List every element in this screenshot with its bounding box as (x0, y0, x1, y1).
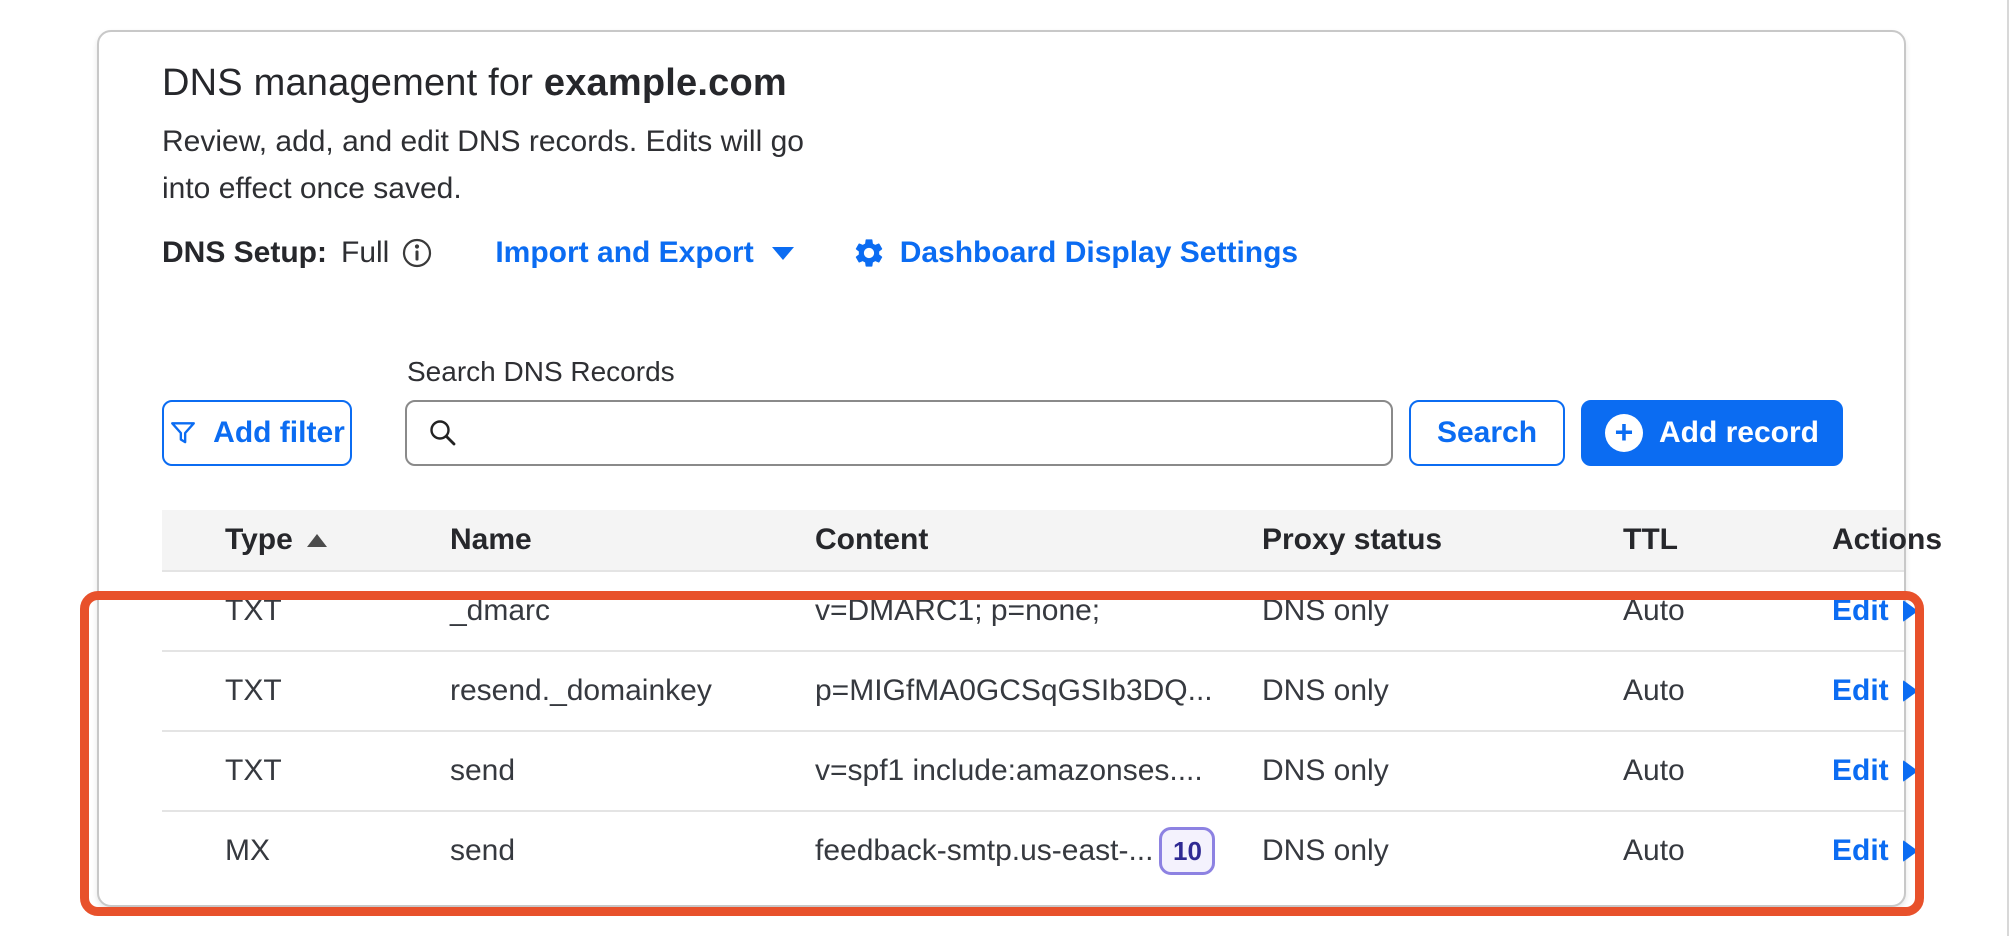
record-proxy-status: DNS only (1262, 834, 1623, 868)
dns-setup-label: DNS Setup: (162, 236, 327, 270)
record-type: TXT (162, 594, 450, 628)
column-header-actions: Actions (1832, 523, 1970, 557)
search-field-label: Search DNS Records (405, 356, 1393, 388)
record-name: _dmarc (450, 594, 815, 628)
column-header-ttl[interactable]: TTL (1623, 523, 1832, 557)
filter-funnel-icon (169, 419, 197, 447)
search-input[interactable] (405, 400, 1393, 466)
edit-record-link[interactable]: Edit (1832, 754, 1918, 788)
record-ttl: Auto (1623, 674, 1832, 708)
column-header-name[interactable]: Name (450, 523, 815, 557)
record-type: TXT (162, 674, 450, 708)
chevron-right-icon (1903, 840, 1918, 862)
import-export-label: Import and Export (495, 236, 753, 270)
record-type: MX (162, 834, 450, 868)
edit-record-link[interactable]: Edit (1832, 834, 1918, 868)
add-record-button[interactable]: + Add record (1581, 400, 1843, 466)
record-ttl: Auto (1623, 754, 1832, 788)
column-header-content[interactable]: Content (815, 523, 1262, 557)
dashboard-display-settings-label: Dashboard Display Settings (900, 236, 1298, 270)
zone-name: example.com (544, 62, 787, 104)
table-row: TXT resend._domainkey p=MIGfMA0GCSqGSIb3… (162, 650, 1904, 730)
chevron-right-icon (1903, 600, 1918, 622)
page-title: DNS management for example.com (162, 62, 1904, 105)
edit-record-link[interactable]: Edit (1832, 674, 1918, 708)
record-name: send (450, 754, 815, 788)
chevron-right-icon (1903, 760, 1918, 782)
dns-records-table: Type Name Content Proxy status TTL Actio… (162, 510, 1904, 890)
add-filter-button[interactable]: Add filter (162, 400, 352, 466)
dns-management-card: DNS management for example.com Review, a… (97, 30, 1906, 907)
chevron-right-icon (1903, 680, 1918, 702)
column-header-proxy-status[interactable]: Proxy status (1262, 523, 1623, 557)
sort-ascending-icon (307, 534, 327, 547)
search-button[interactable]: Search (1409, 400, 1565, 466)
record-content: v=spf1 include:amazonses.... (815, 754, 1262, 788)
search-field-group: Search DNS Records (405, 356, 1393, 466)
gear-icon (852, 236, 886, 270)
record-ttl: Auto (1623, 594, 1832, 628)
record-name: send (450, 834, 815, 868)
search-box (405, 400, 1393, 466)
record-name: resend._domainkey (450, 674, 815, 708)
plus-icon: + (1605, 414, 1643, 452)
table-row: MX send feedback-smtp.us-east-... 10 DNS… (162, 810, 1904, 890)
window-edge-divider (2007, 0, 2009, 936)
edit-record-link[interactable]: Edit (1832, 594, 1918, 628)
search-button-label: Search (1437, 416, 1537, 450)
import-export-link[interactable]: Import and Export (495, 236, 793, 270)
record-content: p=MIGfMA0GCSqGSIb3DQ... (815, 674, 1262, 708)
record-ttl: Auto (1623, 834, 1832, 868)
table-row: TXT send v=spf1 include:amazonses.... DN… (162, 730, 1904, 810)
dashboard-display-settings-link[interactable]: Dashboard Display Settings (852, 236, 1298, 270)
dns-setup-value: Full (341, 236, 389, 270)
mx-priority-badge: 10 (1159, 827, 1215, 875)
dns-setup-row: DNS Setup: Full Import and Export (162, 236, 1904, 270)
table-row: TXT _dmarc v=DMARC1; p=none; DNS only Au… (162, 570, 1904, 650)
add-filter-label: Add filter (213, 416, 345, 450)
record-proxy-status: DNS only (1262, 674, 1623, 708)
info-icon[interactable] (401, 237, 433, 269)
record-content: v=DMARC1; p=none; (815, 594, 1262, 628)
record-proxy-status: DNS only (1262, 754, 1623, 788)
chevron-down-icon (772, 247, 794, 260)
record-content: feedback-smtp.us-east-... 10 (815, 827, 1262, 875)
screen: DNS management for example.com Review, a… (0, 0, 2012, 936)
record-proxy-status: DNS only (1262, 594, 1623, 628)
add-record-label: Add record (1659, 416, 1819, 450)
page-description: Review, add, and edit DNS records. Edits… (162, 119, 830, 212)
page-title-prefix: DNS management for (162, 62, 544, 104)
table-header-row: Type Name Content Proxy status TTL Actio… (162, 510, 1904, 570)
column-header-type[interactable]: Type (162, 523, 450, 557)
search-toolbar: Add filter Search DNS Records (162, 356, 1904, 466)
record-type: TXT (162, 754, 450, 788)
